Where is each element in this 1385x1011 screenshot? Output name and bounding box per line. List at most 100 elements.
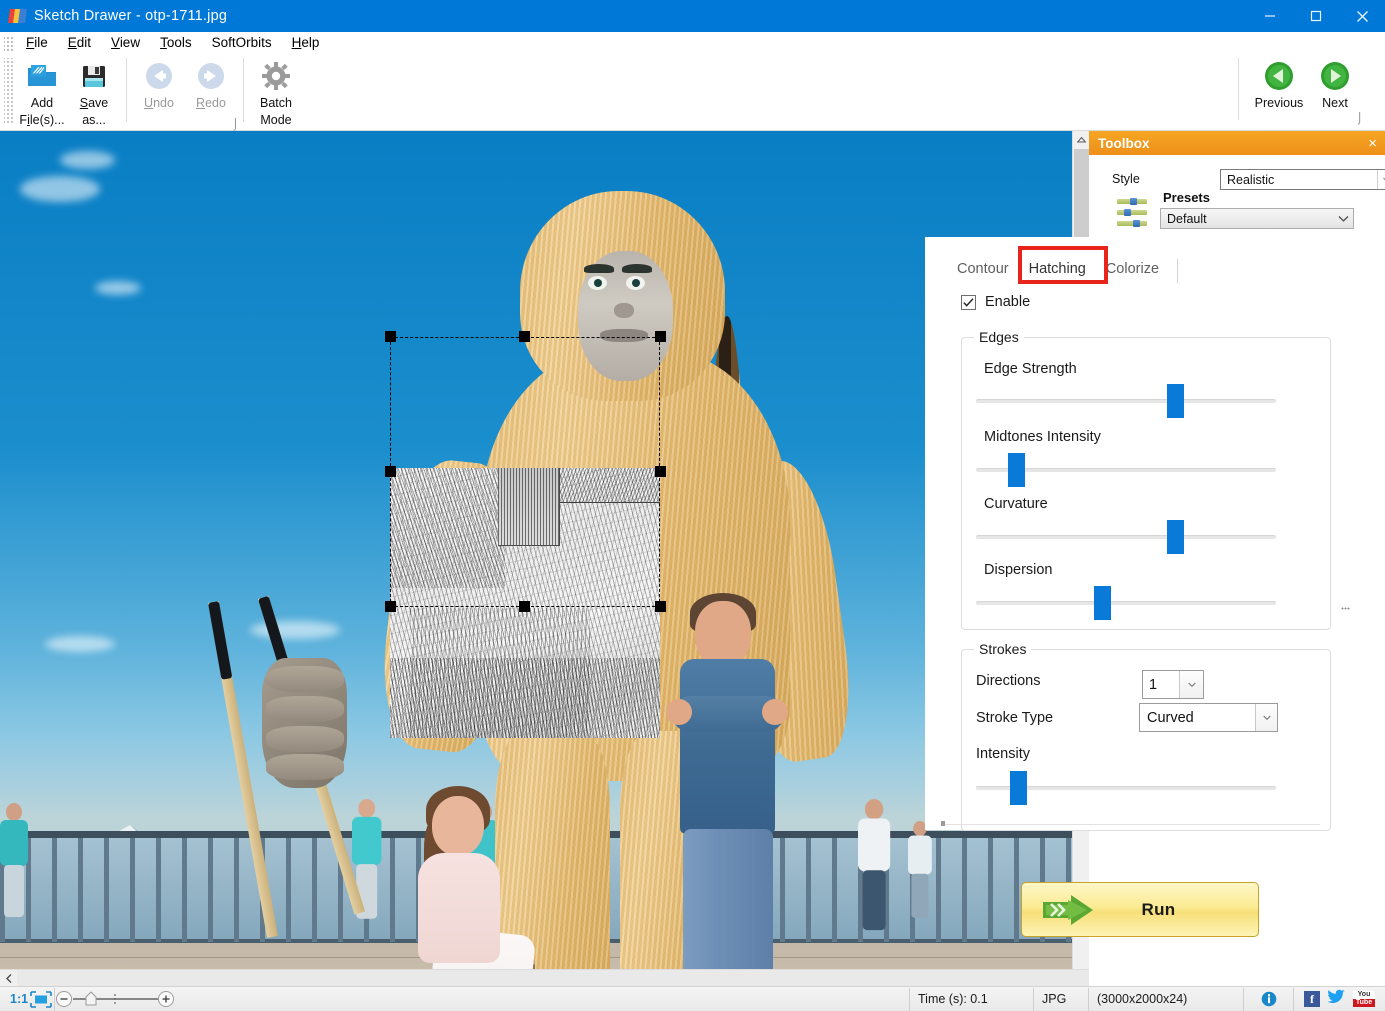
facebook-icon[interactable]: f	[1304, 991, 1320, 1007]
selection-handle-s[interactable]	[519, 601, 530, 612]
intensity-label: Intensity	[976, 746, 1030, 762]
selection-handle-ne[interactable]	[655, 331, 666, 342]
batch-mode-button[interactable]: Batch Mode	[250, 54, 302, 128]
zoom-slider[interactable]	[55, 989, 175, 1009]
toolbar-overflow-left[interactable]: ⌡	[232, 118, 239, 130]
next-arrow-icon	[1319, 58, 1351, 94]
canvas-horizontal-scrollbar[interactable]	[0, 969, 1089, 986]
close-button[interactable]	[1339, 0, 1385, 32]
menu-item-help[interactable]: Help	[282, 33, 330, 53]
save-as-button[interactable]: Save as...	[68, 54, 120, 128]
photo-railing-bar	[962, 838, 967, 942]
run-button-label: Run	[1141, 899, 1176, 919]
menubar-grip[interactable]	[4, 35, 14, 51]
redo-button[interactable]: Redo	[185, 54, 237, 128]
toolbar-separator-1	[126, 58, 127, 122]
selection-handle-e[interactable]	[655, 466, 666, 477]
enable-label: Enable	[985, 294, 1031, 310]
edge-strength-slider[interactable]	[976, 399, 1276, 403]
youtube-icon[interactable]: You Tube	[1353, 991, 1375, 1007]
stroke-type-combobox[interactable]: Curved	[1139, 703, 1278, 732]
info-icon	[1261, 991, 1276, 1007]
chevron-down-icon[interactable]	[1334, 215, 1353, 222]
previous-arrow-icon	[1263, 58, 1295, 94]
window-title: Sketch Drawer - otp-1711.jpg	[34, 8, 228, 24]
menu-item-softorbits[interactable]: SoftOrbits	[202, 33, 282, 53]
maximize-button[interactable]	[1293, 0, 1339, 32]
selection-handle-n[interactable]	[519, 331, 530, 342]
midtones-intensity-thumb[interactable]	[1008, 453, 1025, 487]
info-button[interactable]	[1244, 987, 1294, 1011]
scroll-left-arrow-icon[interactable]	[0, 970, 17, 986]
style-value: Realistic	[1227, 172, 1275, 187]
tab-colorize[interactable]: Colorize	[1095, 257, 1170, 283]
edges-group: Edges Edge Strength Midtones Intensity C…	[961, 329, 1331, 630]
undo-button[interactable]: Undo	[133, 54, 185, 128]
photo-railing-bar	[988, 838, 993, 942]
selection-handle-w[interactable]	[385, 466, 396, 477]
menu-item-view[interactable]: View	[101, 33, 150, 53]
image-canvas[interactable]	[0, 131, 1072, 969]
run-button[interactable]: Run	[1021, 882, 1259, 937]
enable-row[interactable]: Enable	[961, 294, 1030, 310]
curvature-label: Curvature	[984, 496, 1048, 512]
curvature-thumb[interactable]	[1167, 520, 1184, 554]
statusbar-spacer	[175, 987, 910, 1011]
edge-strength-thumb[interactable]	[1167, 384, 1184, 418]
effect-settings-panel: Contour Hatching Colorize Enable Edges E…	[925, 237, 1385, 831]
selection-handle-sw[interactable]	[385, 601, 396, 612]
main-toolbar: Add File(s)... Save as... Undo Redo Batc…	[0, 54, 1385, 131]
tab-contour[interactable]: Contour	[947, 257, 1019, 283]
presets-combobox[interactable]: Default	[1160, 208, 1354, 229]
toolbox-close-icon[interactable]: ×	[1368, 136, 1377, 151]
photo-cloud	[20, 176, 100, 202]
toolbar-grip[interactable]	[4, 58, 14, 124]
add-files-icon	[25, 58, 59, 94]
photo-railing-bar	[390, 838, 395, 942]
window-controls	[1247, 0, 1385, 32]
photo-railing-bar	[208, 838, 213, 942]
panel-divider-handle[interactable]	[941, 821, 945, 826]
undo-label: Undo	[144, 96, 174, 110]
toolbar-overflow-right[interactable]: ⌡	[1356, 112, 1363, 124]
panel-resize-grip[interactable]	[1341, 607, 1350, 610]
dispersion-slider[interactable]	[976, 601, 1276, 605]
scroll-up-arrow-icon[interactable]	[1073, 131, 1089, 148]
photo-yeti-eye	[626, 276, 645, 290]
style-combobox[interactable]: Realistic	[1220, 169, 1385, 190]
fit-to-window-icon[interactable]	[28, 990, 54, 1008]
add-files-label-line1: Add	[30, 96, 54, 110]
add-files-button[interactable]: Add File(s)...	[16, 54, 68, 128]
photo-man-jeans	[683, 829, 773, 969]
selection-handle-se[interactable]	[655, 601, 666, 612]
photo-cloud	[95, 281, 141, 295]
photo-girl-top	[418, 853, 500, 963]
curvature-slider[interactable]	[976, 535, 1276, 539]
selection-handle-nw[interactable]	[385, 331, 396, 342]
redo-arrow-icon	[196, 58, 226, 94]
twitter-icon[interactable]	[1327, 989, 1346, 1010]
menu-item-edit[interactable]: Edit	[58, 33, 101, 53]
save-as-label-line1: Save	[79, 96, 109, 110]
intensity-thumb[interactable]	[1010, 771, 1027, 805]
next-button[interactable]: Next	[1307, 54, 1363, 128]
enable-checkbox[interactable]	[961, 294, 976, 310]
previous-button[interactable]: Previous	[1251, 54, 1307, 128]
processing-time-label: Time (s): 0.1	[910, 987, 1034, 1011]
chevron-down-icon[interactable]	[1377, 170, 1385, 189]
directions-combobox[interactable]: 1	[1142, 670, 1204, 699]
chevron-down-icon[interactable]	[1255, 704, 1277, 731]
menu-bar: FFileile Edit View Tools SoftOrbits Help	[0, 32, 1385, 54]
chevron-down-icon[interactable]	[1179, 671, 1203, 698]
tab-hatching[interactable]: Hatching	[1018, 257, 1096, 283]
photo-railing-bar	[182, 838, 187, 942]
horizontal-scroll-track[interactable]	[17, 970, 1089, 986]
file-format-label: JPG	[1034, 987, 1089, 1011]
dispersion-thumb[interactable]	[1094, 586, 1111, 620]
photo-yeti-hand	[262, 658, 347, 788]
minimize-button[interactable]	[1247, 0, 1293, 32]
menu-item-file[interactable]: FFileile	[16, 33, 58, 53]
directions-value: 1	[1149, 676, 1158, 693]
menu-item-tools[interactable]: Tools	[150, 33, 202, 53]
style-row: Style Realistic	[1089, 169, 1385, 191]
